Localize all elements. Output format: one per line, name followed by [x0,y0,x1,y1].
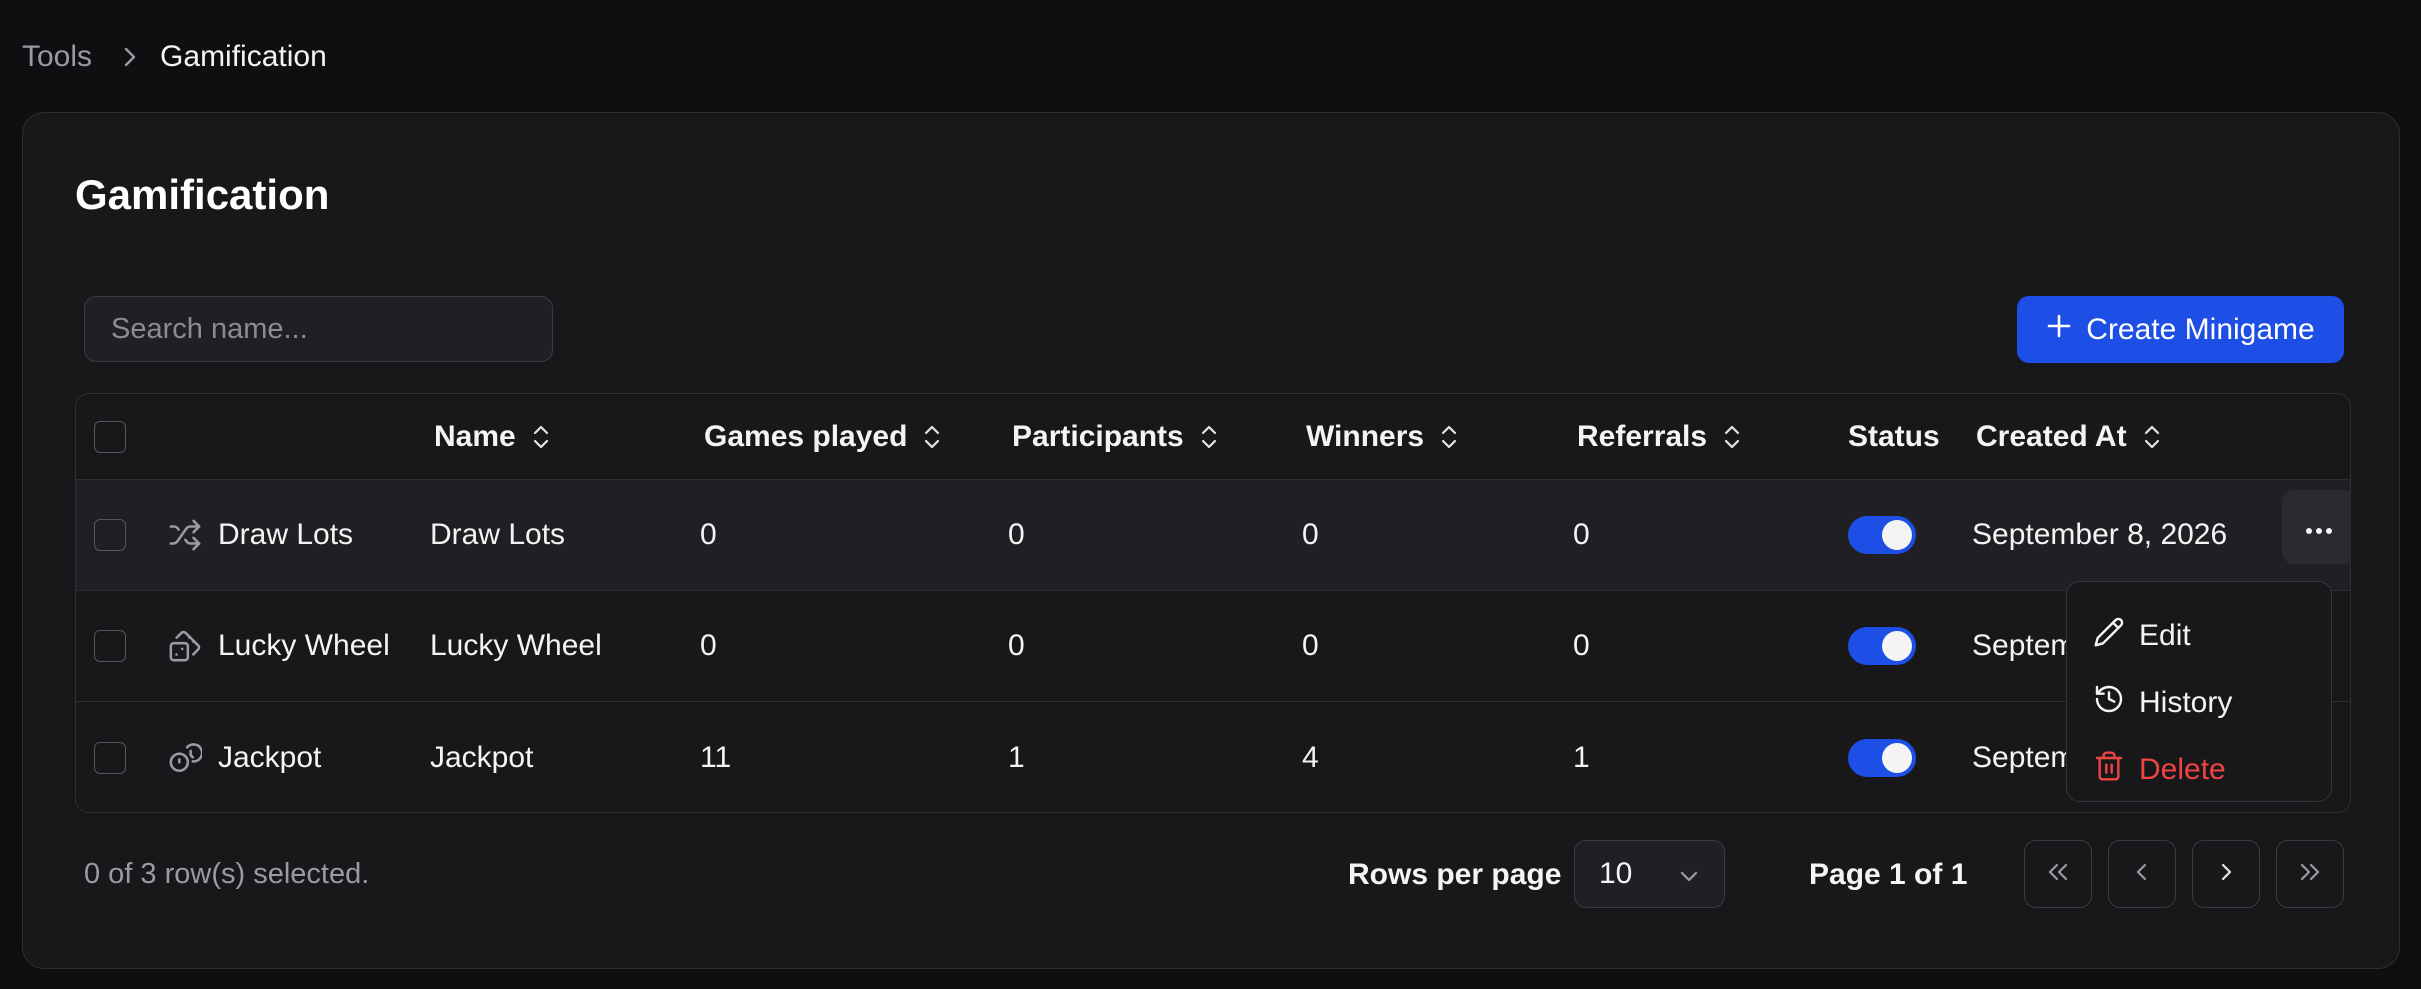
table-row[interactable]: Jackpot Jackpot 11 1 4 1 Septemb [76,702,2350,812]
row-type: Draw Lots [168,480,353,590]
row-referrals: 1 [1573,740,1590,774]
row-winners: 0 [1302,629,1319,662]
sort-icon [1200,422,1218,452]
sort-icon [2143,422,2161,452]
column-participants-header[interactable]: Participants [1012,394,1218,479]
plus-icon [2046,313,2072,347]
minigames-table: Name Games played Participants Winners R… [75,393,2351,813]
shuffle-icon [168,518,202,552]
toggle-knob [1882,742,1912,773]
toggle-knob [1882,631,1912,661]
row-winners: 0 [1302,518,1319,551]
row-checkbox[interactable] [94,630,126,662]
column-created-at-header[interactable]: Created At [1976,394,2161,479]
status-toggle[interactable] [1848,516,1916,554]
rows-per-page-select[interactable]: 10 [1574,840,1725,908]
row-games-played: 0 [700,629,717,662]
row-actions-button[interactable] [2282,490,2350,564]
last-page-button[interactable] [2276,840,2344,908]
status-toggle[interactable] [1848,738,1916,777]
page-title: Gamification [75,171,330,218]
first-page-button[interactable] [2024,840,2092,908]
page-indicator: Page 1 of 1 [1809,858,1968,891]
column-games-played-header[interactable]: Games played [704,394,941,479]
selection-count: 0 of 3 row(s) selected. [84,858,370,890]
sort-icon [1723,422,1741,452]
chevron-left-icon [2134,861,2150,888]
row-referrals: 0 [1573,518,1590,551]
chevron-right-icon [2218,861,2234,888]
chevron-down-icon [1678,857,1700,891]
select-all-checkbox[interactable] [94,420,126,453]
row-created-at: September 8, 2026 [1972,518,2228,551]
next-page-button[interactable] [2192,840,2260,908]
column-referrals-header[interactable]: Referrals [1577,394,1741,479]
row-participants: 0 [1008,518,1025,551]
row-winners: 4 [1302,740,1319,774]
row-checkbox[interactable] [94,741,126,774]
table-row[interactable]: Lucky Wheel Lucky Wheel 0 0 0 0 Septemb [76,591,2350,702]
chevrons-left-icon [2045,861,2071,888]
column-name-header[interactable]: Name [434,394,550,479]
menu-item-edit[interactable]: Edit [2067,602,2331,669]
dice-icon [168,629,202,663]
coins-icon [168,741,202,775]
row-games-played: 0 [700,518,717,551]
status-toggle[interactable] [1848,627,1916,665]
breadcrumb-current: Gamification [160,40,327,73]
menu-item-history[interactable]: History [2067,669,2331,736]
row-games-played: 11 [700,740,732,774]
history-icon [2093,683,2125,723]
rows-per-page-label: Rows per page [1348,858,1562,891]
previous-page-button[interactable] [2108,840,2176,908]
toggle-knob [1882,520,1912,550]
sort-icon [532,422,550,452]
column-winners-header[interactable]: Winners [1306,394,1458,479]
gamification-card: Gamification Create Minigame Name Games … [22,112,2400,969]
chevron-right-icon [122,46,138,68]
row-checkbox[interactable] [94,519,126,551]
trash-icon [2093,750,2125,790]
row-actions-menu: Edit History Delete [2066,581,2332,802]
search-input[interactable] [84,296,553,362]
column-status-header: Status [1848,419,1940,453]
row-type: Lucky Wheel [168,591,390,701]
row-name: Draw Lots [430,518,566,551]
breadcrumb: Tools Gamification [22,38,327,76]
row-name: Jackpot [430,740,534,774]
row-name: Lucky Wheel [430,629,602,662]
sort-icon [1440,422,1458,452]
row-participants: 1 [1008,740,1025,774]
create-minigame-button[interactable]: Create Minigame [2017,296,2344,363]
table-row[interactable]: Draw Lots Draw Lots 0 0 0 0 September 8,… [76,480,2350,591]
create-minigame-label: Create Minigame [2086,312,2315,346]
chevrons-right-icon [2297,861,2323,888]
pencil-icon [2093,616,2125,656]
row-type: Jackpot [168,702,321,812]
sort-icon [923,422,941,452]
row-referrals: 0 [1573,629,1590,662]
row-participants: 0 [1008,629,1025,662]
more-horizontal-icon [2304,510,2334,544]
breadcrumb-tools-link[interactable]: Tools [22,40,92,74]
menu-item-delete[interactable]: Delete [2067,736,2331,803]
table-header-row: Name Games played Participants Winners R… [76,394,2350,480]
